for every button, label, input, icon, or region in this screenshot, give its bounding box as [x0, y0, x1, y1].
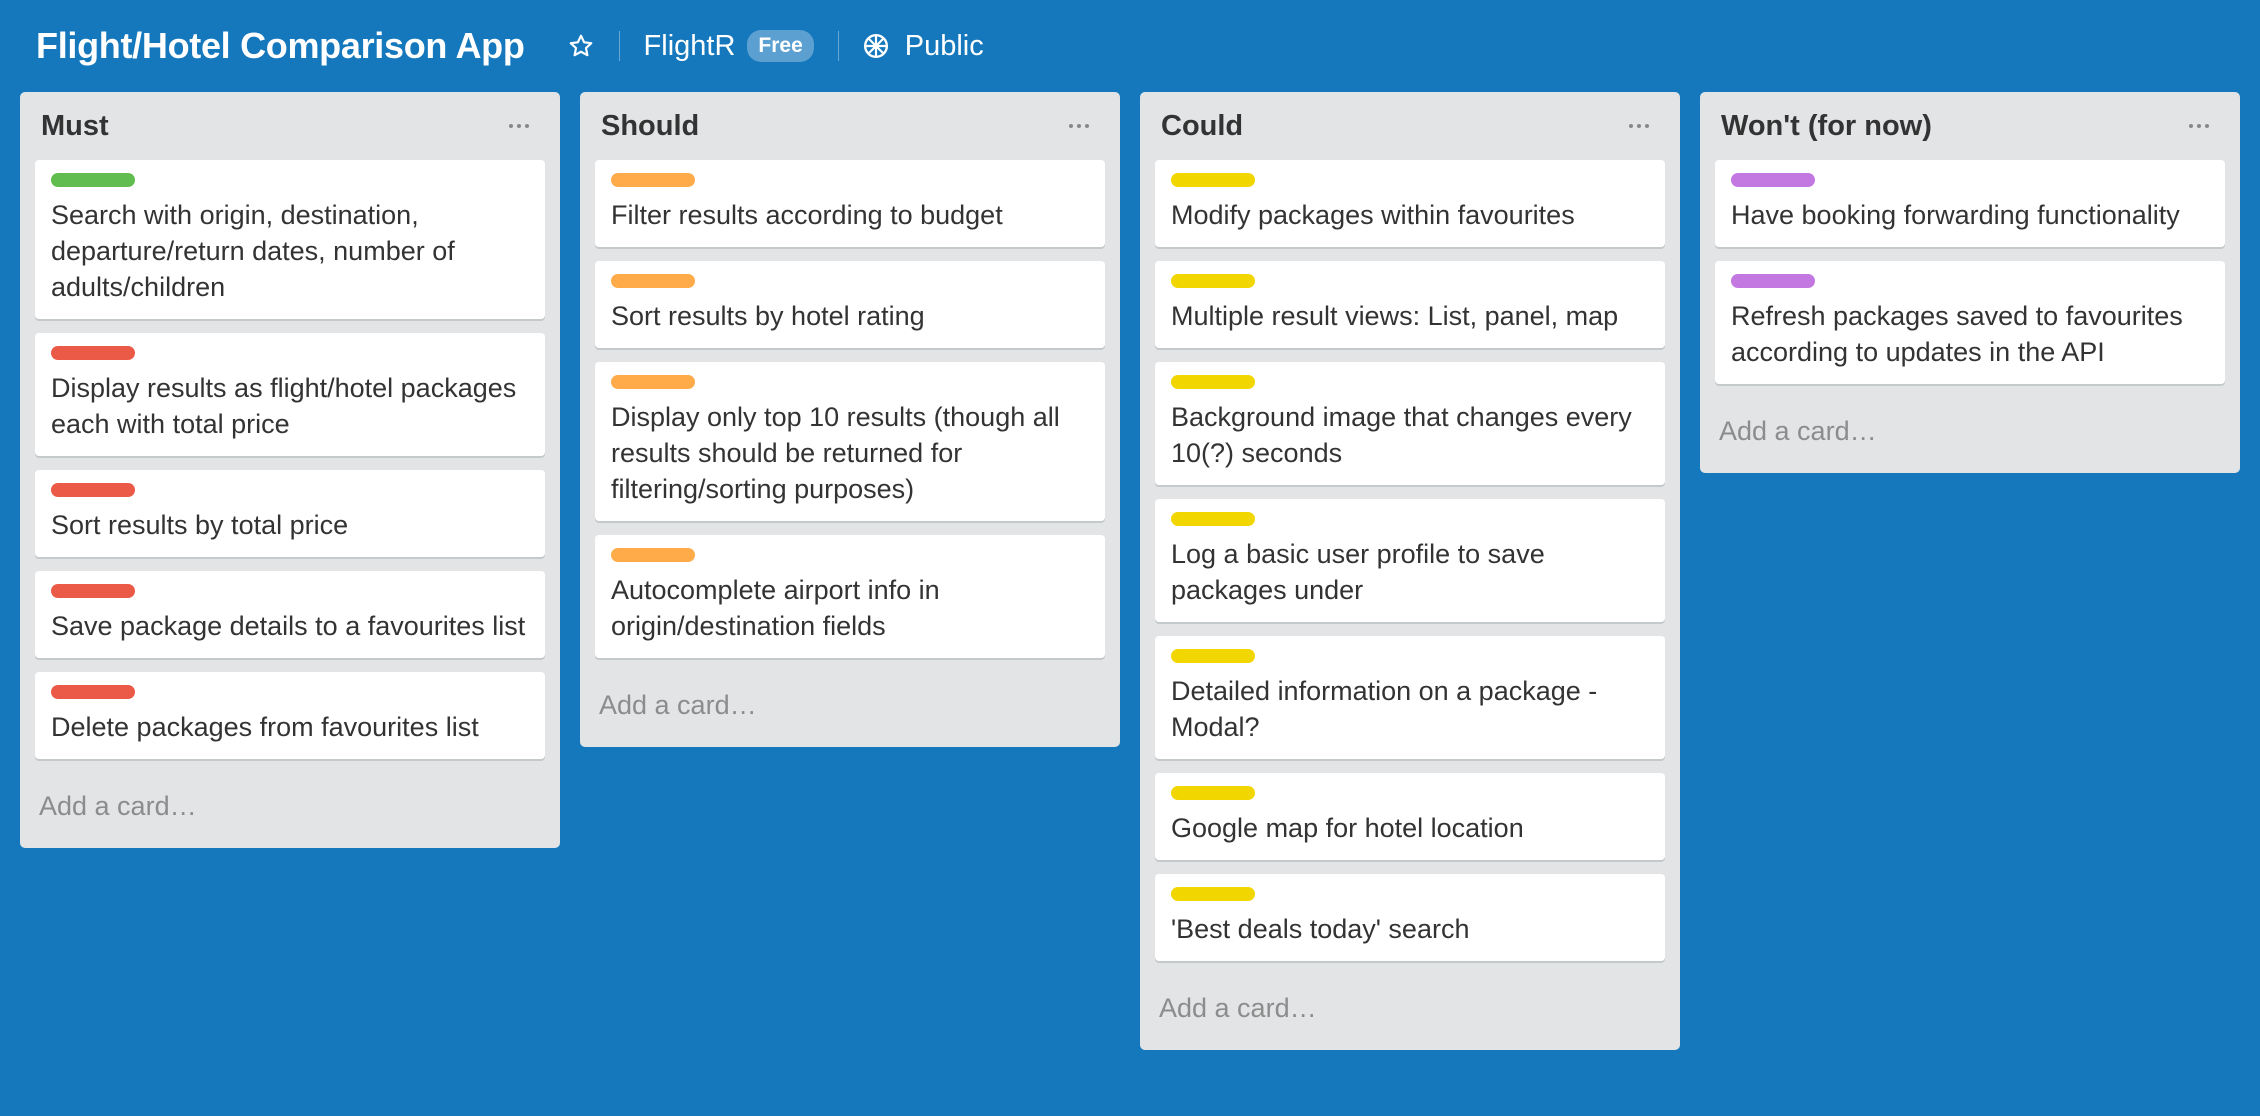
card-label[interactable]	[51, 346, 135, 360]
card[interactable]: Refresh packages saved to favourites acc…	[1715, 261, 2225, 384]
card[interactable]: Google map for hotel location	[1155, 773, 1665, 860]
add-card-button[interactable]: Add a card…	[595, 672, 1105, 733]
plan-badge: Free	[747, 30, 814, 62]
card[interactable]: 'Best deals today' search	[1155, 874, 1665, 961]
card[interactable]: Have booking forwarding functionality	[1715, 160, 2225, 247]
globe-icon	[863, 33, 888, 59]
list-menu-icon[interactable]	[1059, 111, 1099, 141]
list-header: Must	[35, 92, 545, 160]
card[interactable]: Background image that changes every 10(?…	[1155, 362, 1665, 485]
star-icon[interactable]	[567, 32, 595, 60]
card-label[interactable]	[1171, 375, 1255, 389]
card-label[interactable]	[611, 375, 695, 389]
card[interactable]: Detailed information on a package - Moda…	[1155, 636, 1665, 759]
card-title: Sort results by hotel rating	[611, 301, 925, 331]
visibility-label: Public	[904, 29, 984, 62]
card-title: Sort results by total price	[51, 510, 349, 540]
card[interactable]: Delete packages from favourites list	[35, 672, 545, 759]
list-0: Must Search with origin, destination, dep…	[20, 92, 560, 848]
card[interactable]: Sort results by hotel rating	[595, 261, 1105, 348]
card-title: Detailed information on a package - Moda…	[1171, 676, 1598, 742]
list-1: Should Filter results according to budget…	[580, 92, 1120, 747]
card[interactable]: Filter results according to budget	[595, 160, 1105, 247]
card-label[interactable]	[51, 483, 135, 497]
card-label[interactable]	[51, 173, 135, 187]
list-header: Should	[595, 92, 1105, 160]
list-header: Could	[1155, 92, 1665, 160]
list-menu-icon[interactable]	[1619, 111, 1659, 141]
list-title[interactable]: Should	[601, 110, 699, 143]
card-label[interactable]	[1171, 173, 1255, 187]
card-label[interactable]	[51, 685, 135, 699]
list-2: Could Modify packages within favourites Mu…	[1140, 92, 1680, 1050]
card[interactable]: Display only top 10 results (though all …	[595, 362, 1105, 521]
team-name-button[interactable]: FlightR Free	[644, 30, 814, 63]
card-label[interactable]	[1171, 512, 1255, 526]
card-label[interactable]	[1171, 649, 1255, 663]
list-title[interactable]: Could	[1161, 110, 1243, 143]
card-label[interactable]	[1171, 274, 1255, 288]
card[interactable]: Modify packages within favourites	[1155, 160, 1665, 247]
card-title: Autocomplete airport info in origin/dest…	[611, 575, 940, 641]
header-divider	[837, 31, 839, 61]
card-title: Background image that changes every 10(?…	[1171, 402, 1632, 468]
list-header: Won't (for now)	[1715, 92, 2225, 160]
list-title[interactable]: Must	[41, 110, 109, 143]
card[interactable]: Log a basic user profile to save package…	[1155, 499, 1665, 622]
header-divider	[618, 31, 620, 61]
card[interactable]: Multiple result views: List, panel, map	[1155, 261, 1665, 348]
card-title: 'Best deals today' search	[1171, 914, 1470, 944]
card-label[interactable]	[1731, 274, 1815, 288]
card-label[interactable]	[611, 548, 695, 562]
list-menu-icon[interactable]	[499, 111, 539, 141]
list-title[interactable]: Won't (for now)	[1721, 110, 1932, 143]
add-card-button[interactable]: Add a card…	[35, 773, 545, 834]
card-title: Multiple result views: List, panel, map	[1171, 301, 1619, 331]
card-title: Delete packages from favourites list	[51, 712, 479, 742]
board-header: Flight/Hotel Comparison App FlightR Free…	[0, 0, 2260, 92]
card-title: Display results as flight/hotel packages…	[51, 373, 517, 439]
visibility-button[interactable]: Public	[863, 30, 984, 63]
card-title: Refresh packages saved to favourites acc…	[1731, 301, 2183, 367]
board-title[interactable]: Flight/Hotel Comparison App	[36, 25, 525, 67]
add-card-button[interactable]: Add a card…	[1155, 975, 1665, 1036]
card-label[interactable]	[611, 173, 695, 187]
card[interactable]: Sort results by total price	[35, 470, 545, 557]
card-title: Filter results according to budget	[611, 200, 1003, 230]
card-title: Search with origin, destination, departu…	[51, 200, 455, 302]
card-title: Modify packages within favourites	[1171, 200, 1575, 230]
card-label[interactable]	[1171, 887, 1255, 901]
card-title: Save package details to a favourites lis…	[51, 611, 526, 641]
card-title: Log a basic user profile to save package…	[1171, 539, 1545, 605]
card-title: Have booking forwarding functionality	[1731, 200, 2180, 230]
list-menu-icon[interactable]	[2179, 111, 2219, 141]
card-label[interactable]	[51, 584, 135, 598]
card[interactable]: Save package details to a favourites lis…	[35, 571, 545, 658]
team-name: FlightR	[643, 29, 736, 62]
add-card-button[interactable]: Add a card…	[1715, 398, 2225, 459]
card[interactable]: Display results as flight/hotel packages…	[35, 333, 545, 456]
card-title: Display only top 10 results (though all …	[611, 402, 1060, 504]
card-label[interactable]	[1731, 173, 1815, 187]
list-3: Won't (for now) Have booking forwarding f…	[1700, 92, 2240, 473]
card-title: Google map for hotel location	[1171, 813, 1524, 843]
card[interactable]: Search with origin, destination, departu…	[35, 160, 545, 319]
card[interactable]: Autocomplete airport info in origin/dest…	[595, 535, 1105, 658]
card-label[interactable]	[611, 274, 695, 288]
card-label[interactable]	[1171, 786, 1255, 800]
